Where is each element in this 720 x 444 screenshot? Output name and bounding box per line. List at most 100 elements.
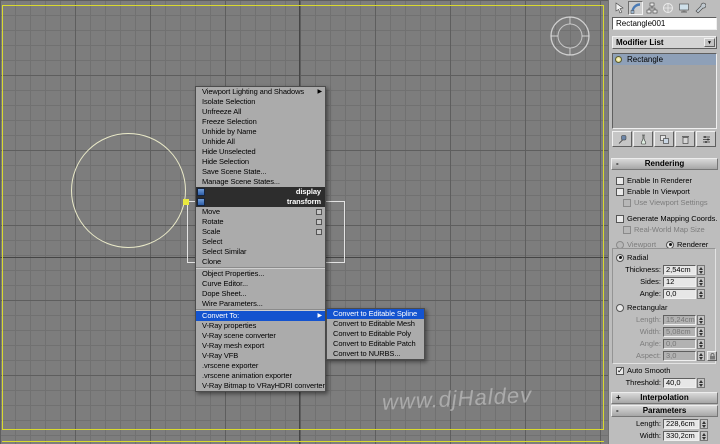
menu-item-clone[interactable]: Clone — [196, 257, 325, 267]
menu-item-object-properties[interactable]: Object Properties... — [196, 269, 325, 279]
use-viewport-settings-checkbox — [623, 199, 631, 207]
menu-item-rotate[interactable]: Rotate — [196, 217, 325, 227]
rect-width-row: Width: 5,08cm — [609, 327, 719, 337]
modifier-stack-toolbar — [612, 131, 717, 148]
menu-item-label: V-Ray Bitmap to VRayHDRI converter — [202, 381, 325, 390]
parameters-width-field[interactable]: 330,2cm — [663, 431, 699, 441]
menu-item-vrscene-exporter[interactable]: .vrscene exporter — [196, 361, 325, 371]
enable-in-renderer-checkbox[interactable] — [616, 177, 624, 185]
rendering-rollout-header[interactable]: - Rendering — [611, 158, 718, 170]
show-end-result-icon[interactable] — [633, 131, 653, 147]
submenu-item-nurbs[interactable]: Convert to NURBS... — [327, 349, 424, 359]
use-viewport-settings-row: Use Viewport Settings — [623, 198, 708, 207]
pin-stack-icon[interactable] — [612, 131, 632, 147]
dropdown-arrow-icon[interactable]: ▼ — [704, 38, 715, 47]
menu-item-scale[interactable]: Scale — [196, 227, 325, 237]
menu-item-vray-mesh-export[interactable]: V-Ray mesh export — [196, 341, 325, 351]
parameters-length-field[interactable]: 228,6cm — [663, 419, 699, 429]
quad-header-transform: transform — [196, 197, 325, 207]
object-name-field[interactable]: Rectangle001 — [612, 17, 717, 30]
menu-item-vray-vfb[interactable]: V-Ray VFB — [196, 351, 325, 361]
interpolation-rollout-header[interactable]: + Interpolation — [611, 392, 718, 404]
menu-item-label: V-Ray properties — [202, 321, 256, 330]
motion-tab-icon[interactable] — [660, 1, 675, 15]
thickness-spinner[interactable] — [697, 265, 705, 275]
menu-item-dope-sheet[interactable]: Dope Sheet... — [196, 289, 325, 299]
menu-item-vrscene-animation-exporter[interactable]: .vrscene animation exporter — [196, 371, 325, 381]
menu-item-label: Convert To: — [202, 311, 239, 320]
checkbox-label: Use Viewport Settings — [634, 198, 708, 207]
menu-item-label: Object Properties... — [202, 269, 264, 278]
quad-header-label: transform — [287, 197, 321, 206]
angle-spinner[interactable] — [697, 289, 705, 299]
remove-modifier-icon[interactable] — [675, 131, 695, 147]
menu-item-convert-to[interactable]: Convert To:▶ — [196, 311, 325, 321]
submenu-item-editable-mesh[interactable]: Convert to Editable Mesh — [327, 319, 424, 329]
modifier-stack-item-rectangle[interactable]: Rectangle — [613, 54, 716, 65]
settings-box-icon[interactable] — [316, 229, 322, 235]
parameters-rollout-header[interactable]: - Parameters — [611, 405, 718, 417]
menu-item-save-scene-state[interactable]: Save Scene State... — [196, 167, 325, 177]
modifier-stack[interactable]: Rectangle — [612, 53, 717, 129]
parameters-width-label: Width: — [611, 431, 661, 441]
settings-box-icon[interactable] — [316, 219, 322, 225]
menu-item-manage-scene-states[interactable]: Manage Scene States... — [196, 177, 325, 187]
rectangular-radio[interactable] — [616, 304, 624, 312]
menu-item-viewport-lighting[interactable]: Viewport Lighting and Shadows▶ — [196, 87, 325, 97]
modifier-stack-label: Rectangle — [627, 55, 663, 64]
menu-item-label: Select — [202, 237, 222, 246]
menu-item-hide-selection[interactable]: Hide Selection — [196, 157, 325, 167]
viewport-border-bottom — [2, 441, 604, 442]
menu-item-vray-bitmap-converter[interactable]: V-Ray Bitmap to VRayHDRI converter — [196, 381, 325, 391]
menu-item-unhide-by-name[interactable]: Unhide by Name — [196, 127, 325, 137]
make-unique-icon[interactable] — [654, 131, 674, 147]
threshold-spinner[interactable] — [697, 378, 705, 388]
display-tab-icon[interactable] — [676, 1, 691, 15]
modify-tab-icon[interactable] — [628, 1, 643, 15]
aspect-lock-icon[interactable] — [707, 351, 717, 361]
menu-item-label: Wire Parameters... — [202, 299, 263, 308]
threshold-field[interactable]: 40,0 — [663, 378, 696, 388]
menu-item-label: V-Ray mesh export — [202, 341, 264, 350]
menu-item-select[interactable]: Select — [196, 237, 325, 247]
checkbox-label: Enable In Viewport — [627, 187, 690, 196]
lightbulb-icon — [615, 56, 622, 63]
menu-item-curve-editor[interactable]: Curve Editor... — [196, 279, 325, 289]
submenu-item-editable-spline[interactable]: Convert to Editable Spline — [327, 309, 424, 319]
aspect-label: Aspect: — [611, 351, 661, 361]
menu-item-move[interactable]: Move — [196, 207, 325, 217]
enable-in-viewport-checkbox[interactable] — [616, 188, 624, 196]
menu-item-unfreeze-all[interactable]: Unfreeze All — [196, 107, 325, 117]
sides-spinner[interactable] — [697, 277, 705, 287]
menu-item-freeze-selection[interactable]: Freeze Selection — [196, 117, 325, 127]
configure-modifier-sets-icon[interactable] — [696, 131, 716, 147]
collapse-icon: - — [616, 159, 619, 169]
menu-item-label: Manage Scene States... — [202, 177, 280, 186]
menu-item-hide-unselected[interactable]: Hide Unselected — [196, 147, 325, 157]
thickness-label: Thickness: — [611, 265, 661, 275]
menu-item-select-similar[interactable]: Select Similar — [196, 247, 325, 257]
checkbox-label: Auto Smooth — [627, 366, 670, 375]
radial-radio[interactable] — [616, 254, 624, 262]
auto-smooth-checkbox[interactable]: ✓ — [616, 367, 624, 375]
hierarchy-tab-icon[interactable] — [644, 1, 659, 15]
menu-item-isolate-selection[interactable]: Isolate Selection — [196, 97, 325, 107]
modifier-list-dropdown[interactable]: Modifier List ▼ — [612, 36, 717, 49]
parameters-width-spinner[interactable] — [700, 431, 708, 441]
menu-item-unhide-all[interactable]: Unhide All — [196, 137, 325, 147]
menu-item-vray-properties[interactable]: V-Ray properties — [196, 321, 325, 331]
generate-mapping-coords-checkbox[interactable] — [616, 215, 624, 223]
menu-item-vray-scene-converter[interactable]: V-Ray scene converter — [196, 331, 325, 341]
angle-field[interactable]: 0,0 — [663, 289, 696, 299]
submenu-item-editable-patch[interactable]: Convert to Editable Patch — [327, 339, 424, 349]
parameters-length-spinner[interactable] — [700, 419, 708, 429]
menu-item-wire-parameters[interactable]: Wire Parameters... — [196, 299, 325, 309]
viewport-canvas[interactable]: www.djHaldev Viewport Lighting and Shado… — [0, 0, 608, 444]
thickness-field[interactable]: 2,54cm — [663, 265, 696, 275]
sides-field[interactable]: 12 — [663, 277, 696, 287]
create-tab-icon[interactable] — [612, 1, 627, 15]
viewport-navigation-gizmo-icon[interactable] — [547, 13, 593, 59]
settings-box-icon[interactable] — [316, 209, 322, 215]
submenu-item-editable-poly[interactable]: Convert to Editable Poly — [327, 329, 424, 339]
utilities-tab-icon[interactable] — [692, 1, 707, 15]
